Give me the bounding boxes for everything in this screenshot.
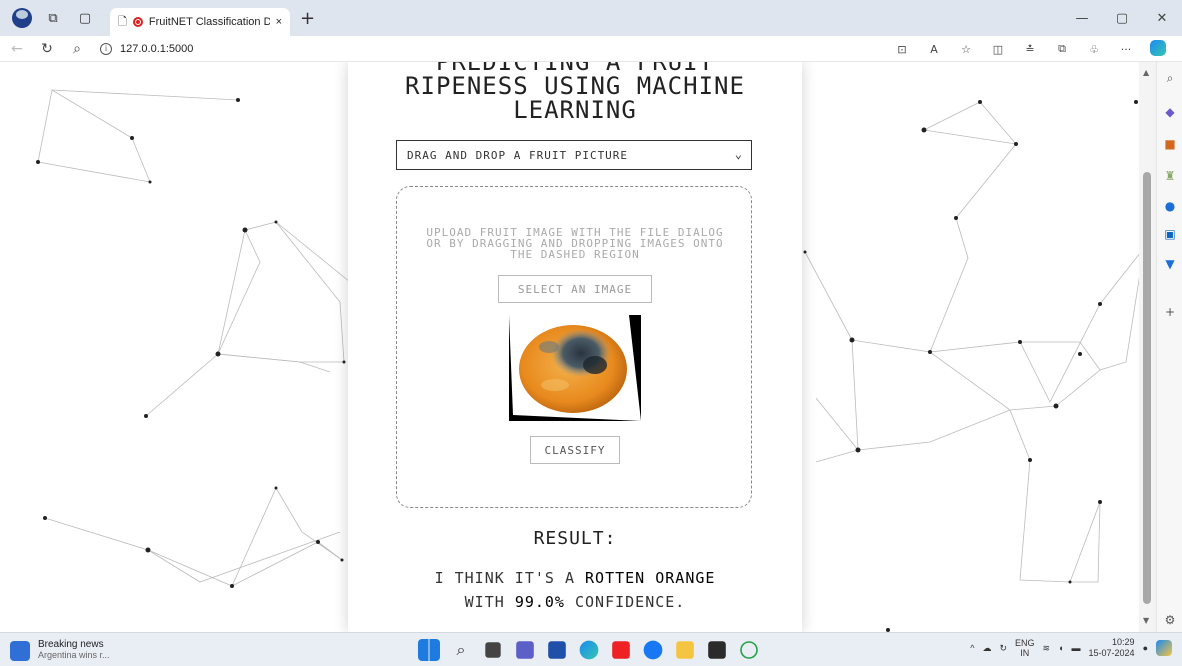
shopping-tag-icon[interactable]: ◆ <box>1162 104 1178 120</box>
url-field[interactable]: i 127.0.0.1:5000 <box>100 42 194 55</box>
page-scrollbar[interactable]: ▲ ▼ <box>1139 62 1156 632</box>
mail-icon[interactable] <box>548 641 566 659</box>
facebook-icon[interactable] <box>643 640 663 660</box>
result-text: I THINK IT'S A ROTTEN ORANGE WITH 99.0% … <box>434 569 716 611</box>
sidebar-search-icon[interactable]: ⌕ <box>1162 70 1178 86</box>
browser-tab-strip: ⧉ ▢ 🗋 FruitNET Classification Dem × + — … <box>0 0 1182 36</box>
close-tab-icon[interactable]: × <box>276 16 282 28</box>
url-text: 127.0.0.1:5000 <box>120 42 194 55</box>
copilot-icon[interactable] <box>1150 39 1166 56</box>
clock[interactable]: 10:29 15-07-2024 <box>1089 637 1135 659</box>
news-icon <box>10 641 30 661</box>
search-icon[interactable]: ⌕ <box>64 37 90 61</box>
language-indicator[interactable]: ENG IN <box>1015 638 1035 658</box>
profile-avatar[interactable] <box>12 8 32 28</box>
rotten-orange-image <box>509 315 641 421</box>
collections-icon[interactable]: ⧉ <box>1046 42 1078 56</box>
refresh-button[interactable]: ↻ <box>34 37 60 61</box>
battery-icon[interactable]: ▬ <box>1072 643 1081 653</box>
office-icon[interactable]: ● <box>1162 198 1178 214</box>
read-aloud-icon[interactable]: A <box>918 43 950 56</box>
windows-taskbar: Breaking news Argentina wins r... ⌕ ^ ☁ … <box>0 632 1182 666</box>
start-icon[interactable] <box>418 639 440 661</box>
send-icon[interactable]: ▼ <box>1162 256 1178 272</box>
result-title: RESULT: <box>533 528 617 549</box>
extensions-icon[interactable]: ♧ <box>1078 43 1110 56</box>
news-widget[interactable]: Breaking news Argentina wins r... <box>10 639 110 661</box>
back-button[interactable]: ← <box>4 37 30 61</box>
scroll-down-icon[interactable]: ▼ <box>1143 616 1149 625</box>
edge-sidebar: ⌕ ◆ ■ ♜ ● ▣ ▼ + ⚙ <box>1156 62 1182 632</box>
tab-actions-icon[interactable]: ▢ <box>74 7 96 29</box>
sidebar-settings-icon[interactable]: ⚙ <box>1162 612 1178 628</box>
new-tab-button[interactable]: + <box>300 8 315 29</box>
result-fruit: ROTTEN ORANGE <box>585 569 716 587</box>
search-icon[interactable]: ⌕ <box>450 639 472 661</box>
upload-hint: UPLOAD FRUIT IMAGE WITH THE FILE DIALOG … <box>426 226 724 261</box>
select-image-button[interactable]: SELECT AN IMAGE <box>498 275 652 303</box>
scroll-thumb[interactable] <box>1143 172 1151 604</box>
youtube-icon[interactable] <box>612 641 630 659</box>
outlook-icon[interactable]: ▣ <box>1162 226 1178 242</box>
copilot-taskbar-icon[interactable] <box>1156 640 1172 656</box>
image-drop-zone[interactable]: UPLOAD FRUIT IMAGE WITH THE FILE DIALOG … <box>396 186 752 508</box>
result-confidence: 99.0% <box>514 593 565 611</box>
info-icon[interactable]: i <box>100 42 112 55</box>
input-mode-select[interactable]: DRAG AND DROP A FRUIT PICTURE ⌄ <box>396 140 752 170</box>
chevron-up-icon[interactable]: ^ <box>970 643 974 653</box>
taskbar-apps: ⌕ <box>418 639 760 661</box>
app-available-icon[interactable]: ⊡ <box>886 43 918 56</box>
tab-title: FruitNET Classification Dem <box>148 16 270 28</box>
chevron-down-icon: ⌄ <box>734 147 743 161</box>
page-viewport: PREDICTING A FRUIT RIPENESS USING MACHIN… <box>0 62 1156 632</box>
browser-toolbar: ⊡ A ☆ ◫ ≛ ⧉ ♧ ··· <box>886 36 1174 62</box>
file-explorer-icon[interactable] <box>676 641 694 659</box>
teams-icon[interactable] <box>516 641 534 659</box>
recording-icon <box>132 17 143 27</box>
fruit-image-preview <box>509 315 641 421</box>
task-view-icon[interactable] <box>485 642 501 658</box>
pycharm-icon[interactable] <box>708 641 726 659</box>
split-screen-icon[interactable]: ◫ <box>982 43 1014 56</box>
more-menu-icon[interactable]: ··· <box>1110 43 1142 56</box>
address-bar: ← ↻ ⌕ i 127.0.0.1:5000 ⊡ A ☆ ◫ ≛ ⧉ ♧ ··· <box>0 36 1182 62</box>
select-value: DRAG AND DROP A FRUIT PICTURE <box>407 149 629 162</box>
games-icon[interactable]: ♜ <box>1162 168 1178 184</box>
minimize-button[interactable]: — <box>1062 0 1102 36</box>
volume-icon[interactable]: ◖ <box>1058 643 1063 653</box>
page-icon: 🗋 <box>118 15 127 28</box>
classify-button[interactable]: CLASSIFY <box>530 436 620 464</box>
sync-icon[interactable]: ↻ <box>999 643 1007 654</box>
page-title: PREDICTING A FRUIT RIPENESS USING MACHIN… <box>405 62 745 124</box>
tab-fruitnet[interactable]: 🗋 FruitNET Classification Dem × <box>110 8 290 36</box>
news-subtitle: Argentina wins r... <box>38 650 110 660</box>
favorite-star-icon[interactable]: ☆ <box>950 43 982 56</box>
notification-bell-icon[interactable]: ● <box>1143 643 1148 653</box>
favorites-icon[interactable]: ≛ <box>1014 43 1046 56</box>
restore-button[interactable]: ▢ <box>1102 0 1142 36</box>
onedrive-icon[interactable]: ☁ <box>982 643 991 654</box>
news-title: Breaking news <box>38 639 104 650</box>
wifi-icon[interactable]: ≋ <box>1043 643 1051 654</box>
close-window-button[interactable]: ✕ <box>1142 0 1182 36</box>
edge-icon[interactable] <box>579 640 599 660</box>
system-tray: ^ ☁ ↻ ENG IN ≋ ◖ ▬ 10:29 15-07-2024 ● <box>970 637 1172 659</box>
toolbox-icon[interactable]: ■ <box>1162 136 1178 152</box>
whatsapp-icon[interactable] <box>740 641 758 659</box>
app-card: PREDICTING A FRUIT RIPENESS USING MACHIN… <box>348 62 802 632</box>
scroll-up-icon[interactable]: ▲ <box>1143 68 1149 77</box>
workspaces-icon[interactable]: ⧉ <box>42 7 64 29</box>
window-controls: — ▢ ✕ <box>1062 0 1182 36</box>
add-sidebar-icon[interactable]: + <box>1162 304 1178 320</box>
